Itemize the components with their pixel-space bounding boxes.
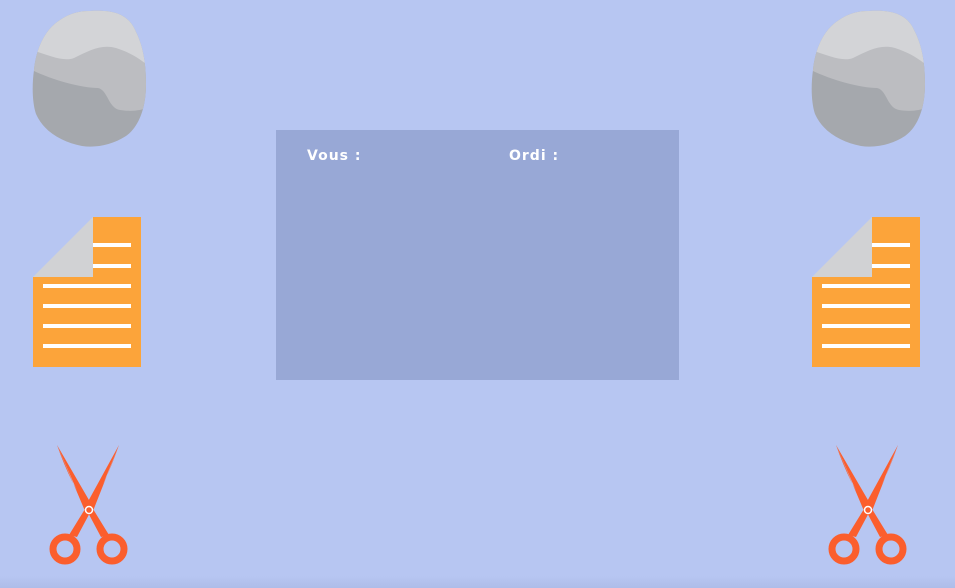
paper-icon (33, 217, 141, 367)
computer-paper (812, 217, 920, 367)
player-scissors-button[interactable] (49, 445, 129, 567)
computer-scissors (828, 445, 908, 567)
rock-icon (32, 10, 146, 147)
player-rock-button[interactable] (32, 10, 146, 147)
computer-label: Ordi : (509, 148, 560, 164)
paper-icon (812, 217, 920, 367)
scissors-icon (828, 445, 908, 567)
computer-rock (811, 10, 925, 147)
scissors-icon (49, 445, 129, 567)
rock-icon (811, 10, 925, 147)
score-board: Vous : Ordi : (276, 130, 679, 380)
player-label: Vous : (307, 148, 362, 164)
bottom-edge (0, 576, 955, 588)
player-paper-button[interactable] (33, 217, 141, 367)
